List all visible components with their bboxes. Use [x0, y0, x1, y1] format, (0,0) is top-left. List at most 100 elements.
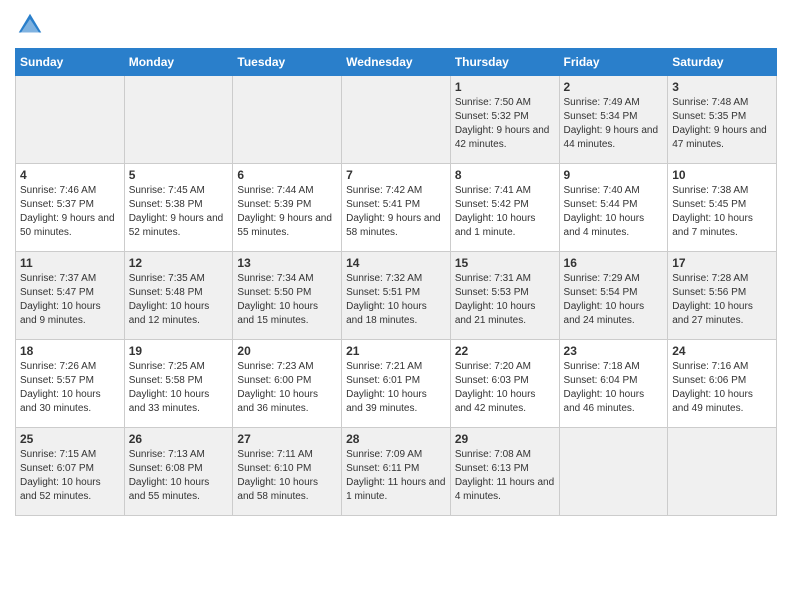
weekday-header-cell: Wednesday [342, 49, 451, 76]
day-number: 4 [20, 168, 120, 182]
calendar-cell: 12 Sunrise: 7:35 AM Sunset: 5:48 PM Dayli… [124, 252, 233, 340]
day-info: Sunrise: 7:25 AM Sunset: 5:58 PM Dayligh… [129, 360, 229, 416]
calendar-week-row: 18Sunrise: 7:26 AM Sunset: 5:57 PM Dayli… [16, 340, 777, 428]
calendar-cell: 17 Sunrise: 7:28 AM Sunset: 5:56 PM Dayli… [668, 252, 777, 340]
calendar-cell: 11Sunrise: 7:37 AM Sunset: 5:47 PM Dayli… [16, 252, 125, 340]
day-info: Sunrise: 7:35 AM Sunset: 5:48 PM Dayligh… [129, 272, 229, 328]
day-info: Sunrise: 7:31 AM Sunset: 5:53 PM Dayligh… [455, 272, 555, 328]
weekday-header-cell: Monday [124, 49, 233, 76]
day-info: Sunrise: 7:32 AM Sunset: 5:51 PM Dayligh… [346, 272, 446, 328]
day-number: 8 [455, 168, 555, 182]
calendar-week-row: 4 Sunrise: 7:46 AM Sunset: 5:37 PM Daylig… [16, 164, 777, 252]
day-number: 6 [237, 168, 337, 182]
day-info: Sunrise: 7:46 AM Sunset: 5:37 PM Dayligh… [20, 184, 120, 240]
day-number: 27 [237, 432, 337, 446]
weekday-header-cell: Saturday [668, 49, 777, 76]
day-number: 17 [672, 256, 772, 270]
calendar-cell: 8 Sunrise: 7:41 AM Sunset: 5:42 PM Daylig… [450, 164, 559, 252]
calendar-cell: 14 Sunrise: 7:32 AM Sunset: 5:51 PM Dayli… [342, 252, 451, 340]
calendar-cell: 13 Sunrise: 7:34 AM Sunset: 5:50 PM Dayli… [233, 252, 342, 340]
day-info: Sunrise: 7:50 AM Sunset: 5:32 PM Dayligh… [455, 96, 555, 152]
calendar-cell: 27 Sunrise: 7:11 AM Sunset: 6:10 PM Dayli… [233, 428, 342, 516]
day-info: Sunrise: 7:23 AM Sunset: 6:00 PM Dayligh… [237, 360, 337, 416]
calendar-cell: 19Sunrise: 7:25 AM Sunset: 5:58 PM Dayli… [124, 340, 233, 428]
day-number: 5 [129, 168, 229, 182]
day-number: 3 [672, 80, 772, 94]
calendar-cell: 26 Sunrise: 7:13 AM Sunset: 6:08 PM Dayli… [124, 428, 233, 516]
day-number: 28 [346, 432, 446, 446]
calendar-cell: 6 Sunrise: 7:44 AM Sunset: 5:39 PM Daylig… [233, 164, 342, 252]
calendar-cell: 20 Sunrise: 7:23 AM Sunset: 6:00 PM Dayli… [233, 340, 342, 428]
day-info: Sunrise: 7:42 AM Sunset: 5:41 PM Dayligh… [346, 184, 446, 240]
calendar-cell: 2Sunrise: 7:49 AM Sunset: 5:34 PM Daylig… [559, 76, 668, 164]
day-number: 26 [129, 432, 229, 446]
calendar-cell: 7 Sunrise: 7:42 AM Sunset: 5:41 PM Daylig… [342, 164, 451, 252]
day-number: 16 [564, 256, 664, 270]
logo [15, 10, 49, 40]
calendar-week-row: 1 Sunrise: 7:50 AM Sunset: 5:32 PM Daylig… [16, 76, 777, 164]
day-number: 23 [564, 344, 664, 358]
calendar-cell: 18Sunrise: 7:26 AM Sunset: 5:57 PM Dayli… [16, 340, 125, 428]
calendar-cell [233, 76, 342, 164]
day-number: 29 [455, 432, 555, 446]
weekday-header-cell: Sunday [16, 49, 125, 76]
logo-icon [15, 10, 45, 40]
day-number: 9 [564, 168, 664, 182]
calendar-cell: 22 Sunrise: 7:20 AM Sunset: 6:03 PM Dayli… [450, 340, 559, 428]
day-number: 1 [455, 80, 555, 94]
calendar-cell: 21Sunrise: 7:21 AM Sunset: 6:01 PM Dayli… [342, 340, 451, 428]
day-info: Sunrise: 7:08 AM Sunset: 6:13 PM Dayligh… [455, 448, 555, 504]
calendar-cell: 4 Sunrise: 7:46 AM Sunset: 5:37 PM Daylig… [16, 164, 125, 252]
day-info: Sunrise: 7:28 AM Sunset: 5:56 PM Dayligh… [672, 272, 772, 328]
weekday-header-cell: Thursday [450, 49, 559, 76]
day-number: 7 [346, 168, 446, 182]
calendar-week-row: 11Sunrise: 7:37 AM Sunset: 5:47 PM Dayli… [16, 252, 777, 340]
day-info: Sunrise: 7:15 AM Sunset: 6:07 PM Dayligh… [20, 448, 120, 504]
day-info: Sunrise: 7:16 AM Sunset: 6:06 PM Dayligh… [672, 360, 772, 416]
calendar-cell: 23Sunrise: 7:18 AM Sunset: 6:04 PM Dayli… [559, 340, 668, 428]
calendar-cell [16, 76, 125, 164]
day-info: Sunrise: 7:13 AM Sunset: 6:08 PM Dayligh… [129, 448, 229, 504]
day-number: 14 [346, 256, 446, 270]
day-info: Sunrise: 7:45 AM Sunset: 5:38 PM Dayligh… [129, 184, 229, 240]
weekday-header-row: SundayMondayTuesdayWednesdayThursdayFrid… [16, 49, 777, 76]
day-info: Sunrise: 7:20 AM Sunset: 6:03 PM Dayligh… [455, 360, 555, 416]
calendar-cell: 25 Sunrise: 7:15 AM Sunset: 6:07 PM Dayli… [16, 428, 125, 516]
calendar-table: SundayMondayTuesdayWednesdayThursdayFrid… [15, 48, 777, 516]
calendar-cell: 16Sunrise: 7:29 AM Sunset: 5:54 PM Dayli… [559, 252, 668, 340]
day-info: Sunrise: 7:21 AM Sunset: 6:01 PM Dayligh… [346, 360, 446, 416]
weekday-header-cell: Tuesday [233, 49, 342, 76]
calendar-cell: 5 Sunrise: 7:45 AM Sunset: 5:38 PM Daylig… [124, 164, 233, 252]
calendar-cell: 3Sunrise: 7:48 AM Sunset: 5:35 PM Daylig… [668, 76, 777, 164]
day-number: 12 [129, 256, 229, 270]
day-number: 13 [237, 256, 337, 270]
calendar-week-row: 25 Sunrise: 7:15 AM Sunset: 6:07 PM Dayli… [16, 428, 777, 516]
day-info: Sunrise: 7:11 AM Sunset: 6:10 PM Dayligh… [237, 448, 337, 504]
day-number: 25 [20, 432, 120, 446]
day-number: 15 [455, 256, 555, 270]
day-number: 2 [564, 80, 664, 94]
day-info: Sunrise: 7:09 AM Sunset: 6:11 PM Dayligh… [346, 448, 446, 504]
calendar-cell: 1 Sunrise: 7:50 AM Sunset: 5:32 PM Daylig… [450, 76, 559, 164]
day-info: Sunrise: 7:34 AM Sunset: 5:50 PM Dayligh… [237, 272, 337, 328]
day-number: 10 [672, 168, 772, 182]
day-number: 18 [20, 344, 120, 358]
calendar-cell [668, 428, 777, 516]
calendar-cell [124, 76, 233, 164]
calendar-cell [559, 428, 668, 516]
day-number: 22 [455, 344, 555, 358]
day-info: Sunrise: 7:40 AM Sunset: 5:44 PM Dayligh… [564, 184, 664, 240]
day-info: Sunrise: 7:41 AM Sunset: 5:42 PM Dayligh… [455, 184, 555, 240]
calendar-cell: 28 Sunrise: 7:09 AM Sunset: 6:11 PM Dayli… [342, 428, 451, 516]
calendar-cell [342, 76, 451, 164]
day-info: Sunrise: 7:44 AM Sunset: 5:39 PM Dayligh… [237, 184, 337, 240]
calendar-cell: 24 Sunrise: 7:16 AM Sunset: 6:06 PM Dayli… [668, 340, 777, 428]
calendar-cell: 29 Sunrise: 7:08 AM Sunset: 6:13 PM Dayli… [450, 428, 559, 516]
day-info: Sunrise: 7:38 AM Sunset: 5:45 PM Dayligh… [672, 184, 772, 240]
calendar-cell: 10 Sunrise: 7:38 AM Sunset: 5:45 PM Dayli… [668, 164, 777, 252]
day-number: 20 [237, 344, 337, 358]
calendar-cell: 15 Sunrise: 7:31 AM Sunset: 5:53 PM Dayli… [450, 252, 559, 340]
calendar-body: 1 Sunrise: 7:50 AM Sunset: 5:32 PM Daylig… [16, 76, 777, 516]
day-number: 24 [672, 344, 772, 358]
day-info: Sunrise: 7:37 AM Sunset: 5:47 PM Dayligh… [20, 272, 120, 328]
